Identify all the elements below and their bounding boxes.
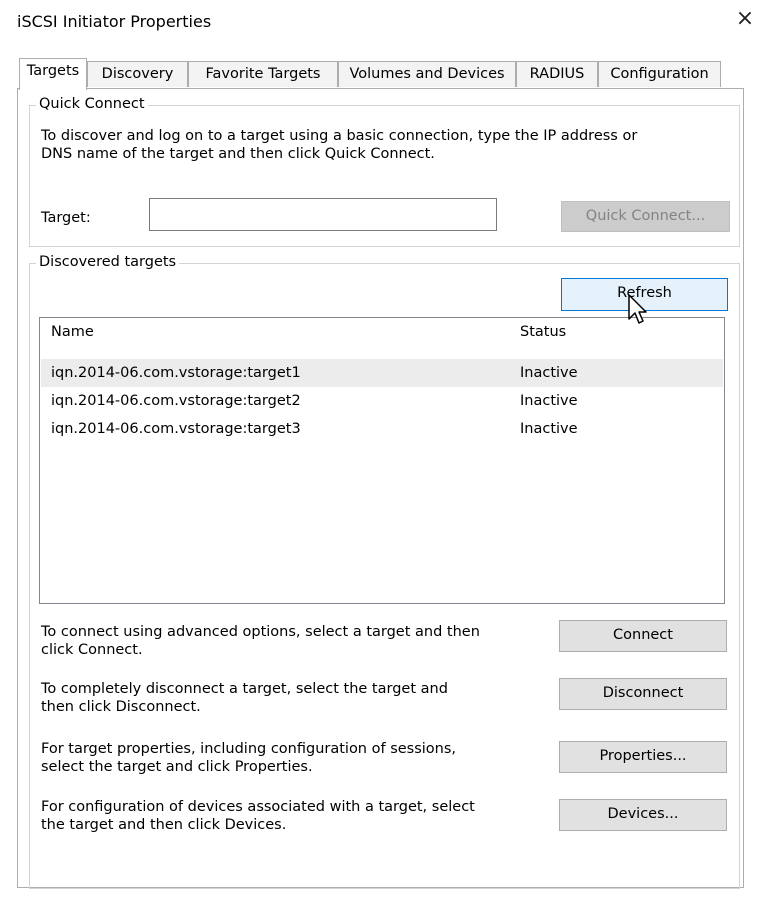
properties-description-line2: select the target and click Properties. (41, 759, 313, 775)
table-row[interactable]: iqn.2014-06.com.vstorage:target2 Inactiv… (41, 387, 723, 415)
tab-volumes-and-devices[interactable]: Volumes and Devices (338, 61, 516, 87)
connect-description-line2: click Connect. (41, 642, 143, 658)
devices-description-line2: the target and then click Devices. (41, 817, 287, 833)
devices-button[interactable]: Devices... (559, 799, 727, 831)
quick-connect-instructions-line2: DNS name of the target and then click Qu… (41, 146, 435, 162)
target-name: iqn.2014-06.com.vstorage:target3 (51, 421, 301, 437)
target-status: Inactive (520, 421, 578, 437)
properties-button[interactable]: Properties... (559, 741, 727, 773)
disconnect-description-line1: To completely disconnect a target, selec… (41, 681, 448, 697)
tab-radius[interactable]: RADIUS (516, 61, 598, 87)
close-icon[interactable]: × (735, 6, 755, 32)
target-input[interactable] (149, 198, 497, 231)
tab-favorite-targets[interactable]: Favorite Targets (188, 61, 338, 87)
column-header-name[interactable]: Name (51, 324, 94, 340)
target-name: iqn.2014-06.com.vstorage:target1 (51, 365, 301, 381)
target-status: Inactive (520, 393, 578, 409)
target-status: Inactive (520, 365, 578, 381)
disconnect-description-line2: then click Disconnect. (41, 699, 201, 715)
connect-description-line1: To connect using advanced options, selec… (41, 624, 480, 640)
target-label: Target: (41, 210, 91, 226)
column-header-status[interactable]: Status (520, 324, 566, 340)
tab-configuration[interactable]: Configuration (598, 61, 721, 87)
table-row[interactable]: iqn.2014-06.com.vstorage:target3 Inactiv… (41, 415, 723, 443)
disconnect-button[interactable]: Disconnect (559, 678, 727, 710)
mouse-pointer-icon (628, 294, 647, 324)
window-title: iSCSI Initiator Properties (17, 12, 212, 31)
targets-list[interactable]: Name Status iqn.2014-06.com.vstorage:tar… (39, 317, 725, 604)
quick-connect-instructions-line1: To discover and log on to a target using… (41, 128, 638, 144)
table-row[interactable]: iqn.2014-06.com.vstorage:target1 Inactiv… (41, 359, 723, 387)
discovered-targets-legend: Discovered targets (36, 253, 180, 271)
target-name: iqn.2014-06.com.vstorage:target2 (51, 393, 301, 409)
properties-description-line1: For target properties, including configu… (41, 741, 457, 757)
tab-discovery[interactable]: Discovery (87, 61, 188, 87)
tab-targets[interactable]: Targets (19, 58, 87, 90)
quick-connect-legend: Quick Connect (36, 95, 148, 113)
devices-description-line1: For configuration of devices associated … (41, 799, 475, 815)
connect-button[interactable]: Connect (559, 620, 727, 652)
quick-connect-button[interactable]: Quick Connect... (561, 201, 730, 232)
